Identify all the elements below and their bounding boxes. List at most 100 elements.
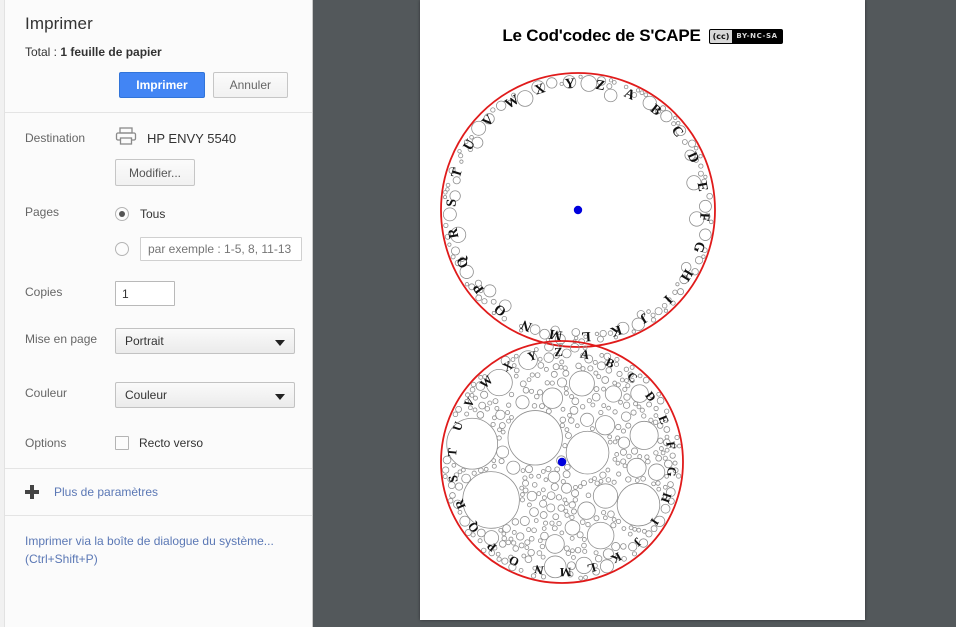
total-label: Total : bbox=[25, 45, 61, 59]
wheel-letter: O bbox=[506, 552, 521, 569]
wheel-letter: W bbox=[502, 92, 522, 112]
wheel-letter: V bbox=[480, 112, 498, 130]
wheel-letter: K bbox=[608, 321, 623, 339]
system-dialog-section: Imprimer via la boîte de dialogue du sys… bbox=[5, 515, 312, 584]
chevron-down-icon bbox=[275, 394, 285, 400]
print-button[interactable]: Imprimer bbox=[119, 72, 205, 98]
wheel-letter: Q bbox=[465, 519, 482, 535]
settings-list: Destination HP ENVY 5540 Modifier... Pag… bbox=[5, 113, 312, 454]
wheel-letter: B bbox=[647, 102, 664, 120]
total-summary: Total : 1 feuille de papier bbox=[25, 45, 292, 59]
dialog-header: Imprimer Total : 1 feuille de papier bbox=[5, 0, 312, 59]
wheel-letter: A bbox=[622, 86, 638, 104]
layout-selected-value: Portrait bbox=[125, 334, 164, 348]
wheel-letter: K bbox=[608, 549, 624, 566]
wheel-letter: Z bbox=[554, 345, 563, 359]
options-label: Options bbox=[25, 436, 67, 450]
color-selected-value: Couleur bbox=[125, 388, 168, 402]
more-settings-label: Plus de paramètres bbox=[54, 485, 159, 499]
printer-icon bbox=[115, 126, 137, 150]
printer-name: HP ENVY 5540 bbox=[147, 130, 237, 146]
wheel-letter: D bbox=[684, 150, 702, 165]
setting-pages: Pages Tous bbox=[5, 203, 312, 261]
wheel-letter: Q bbox=[454, 254, 472, 270]
wheel-letter: U bbox=[450, 420, 466, 433]
document-figures: ABCDEFGHIJKLMNOPQRSTUVWXYZABCDEFGHIJKLMN… bbox=[420, 58, 865, 598]
page-title: Imprimer bbox=[25, 14, 93, 33]
setting-color: Couleur Couleur bbox=[5, 382, 312, 408]
wheel-letter: P bbox=[470, 280, 487, 296]
dialog-action-buttons: Imprimer Annuler bbox=[5, 72, 312, 112]
wheel-letter: A bbox=[579, 347, 591, 363]
setting-layout: Mise en page Portrait bbox=[5, 328, 312, 354]
setting-destination: Destination HP ENVY 5540 Modifier... bbox=[5, 126, 312, 186]
alphabet-wheel-sparse: ABCDEFGHIJKLMNOPQRSTUVWX Y Z bbox=[440, 72, 716, 348]
creative-commons-badge: (cc) BY-NC-SA bbox=[708, 28, 783, 44]
center-dot bbox=[557, 457, 567, 467]
pages-range-radio[interactable] bbox=[115, 242, 129, 256]
print-dialog-panel: Imprimer Total : 1 feuille de papier Imp… bbox=[0, 0, 313, 627]
wheel-letter: X bbox=[500, 358, 515, 375]
wheel-letter: T bbox=[445, 447, 460, 457]
copies-input[interactable] bbox=[115, 281, 175, 306]
color-label: Couleur bbox=[25, 386, 68, 400]
wheel-letter: N bbox=[533, 562, 545, 578]
cc-mark-label: (cc) bbox=[709, 29, 733, 43]
cancel-button[interactable]: Annuler bbox=[212, 72, 288, 98]
pages-range-input[interactable] bbox=[140, 237, 302, 261]
wheel-letter: S bbox=[446, 474, 461, 483]
wheel-letter: L bbox=[581, 328, 591, 344]
wheel-letter: D bbox=[642, 389, 659, 405]
wheel-letter: I bbox=[660, 292, 674, 306]
setting-copies: Copies bbox=[5, 281, 312, 306]
wheel-letter: J bbox=[630, 535, 644, 549]
wheel-letter: Y bbox=[526, 348, 538, 364]
total-value: 1 feuille de papier bbox=[60, 45, 162, 59]
pages-all-label: Tous bbox=[140, 207, 166, 221]
wheel-letter: L bbox=[586, 560, 598, 576]
duplex-checkbox[interactable] bbox=[115, 436, 129, 450]
cipher-wheels-svg: ABCDEFGHIJKLMNOPQRSTUVWX Y ZABCDEFGHIJKLMN… bbox=[440, 72, 716, 584]
wheel-letter: P bbox=[484, 539, 499, 555]
duplex-option[interactable]: Recto verso bbox=[115, 432, 292, 454]
wheel-letter: S bbox=[444, 198, 459, 207]
print-preview-screen: Imprimer Total : 1 feuille de papier Imp… bbox=[0, 0, 956, 627]
pages-label: Pages bbox=[25, 205, 60, 219]
wheel-letter: Y bbox=[564, 76, 575, 92]
wheel-letter: M bbox=[559, 565, 571, 579]
plus-icon bbox=[25, 485, 39, 499]
wheel-letter: N bbox=[519, 316, 534, 334]
document-title: Le Cod'codec de S'CAPE bbox=[502, 26, 701, 45]
system-dialog-link[interactable]: Imprimer via la boîte de dialogue du sys… bbox=[25, 534, 274, 566]
chevron-down-icon bbox=[275, 340, 285, 346]
document-title-row: Le Cod'codec de S'CAPE (cc) BY-NC-SA bbox=[420, 26, 865, 46]
preview-area[interactable]: Le Cod'codec de S'CAPE (cc) BY-NC-SA ABC… bbox=[313, 0, 956, 627]
cc-terms-label: BY-NC-SA bbox=[732, 29, 782, 43]
wheel-letter: T bbox=[449, 166, 466, 180]
alphabet-wheel-dense: ABCDEFGHIJKLMNOPQRSTUVWXY Z bbox=[440, 340, 684, 584]
wheel-letter: X bbox=[533, 81, 547, 98]
pages-all-radio[interactable] bbox=[115, 207, 129, 221]
layout-select[interactable]: Portrait bbox=[115, 328, 295, 354]
destination-label: Destination bbox=[25, 131, 86, 145]
copies-label: Copies bbox=[25, 285, 63, 299]
wheel-letter: G bbox=[690, 240, 708, 255]
change-destination-button[interactable]: Modifier... bbox=[115, 159, 196, 186]
wheel-letter: Z bbox=[594, 78, 606, 94]
wheel-letter: G bbox=[664, 466, 679, 477]
pages-range-option[interactable] bbox=[115, 237, 302, 261]
wheel-letter: M bbox=[548, 325, 564, 342]
wheel-letter: U bbox=[461, 137, 479, 153]
setting-options: Options Recto verso bbox=[5, 432, 312, 454]
color-select[interactable]: Couleur bbox=[115, 382, 295, 408]
pages-all-option[interactable]: Tous bbox=[115, 203, 302, 225]
wheel-letter: F bbox=[696, 212, 711, 221]
wheel-letter: R bbox=[452, 497, 469, 512]
wheel-letter: H bbox=[658, 491, 674, 505]
preview-page: Le Cod'codec de S'CAPE (cc) BY-NC-SA ABC… bbox=[420, 0, 865, 620]
wheel-letter: F bbox=[663, 440, 678, 450]
layout-label: Mise en page bbox=[25, 332, 98, 346]
duplex-label: Recto verso bbox=[139, 436, 204, 450]
center-dot bbox=[573, 205, 583, 215]
more-settings-button[interactable]: Plus de paramètres bbox=[5, 468, 312, 515]
